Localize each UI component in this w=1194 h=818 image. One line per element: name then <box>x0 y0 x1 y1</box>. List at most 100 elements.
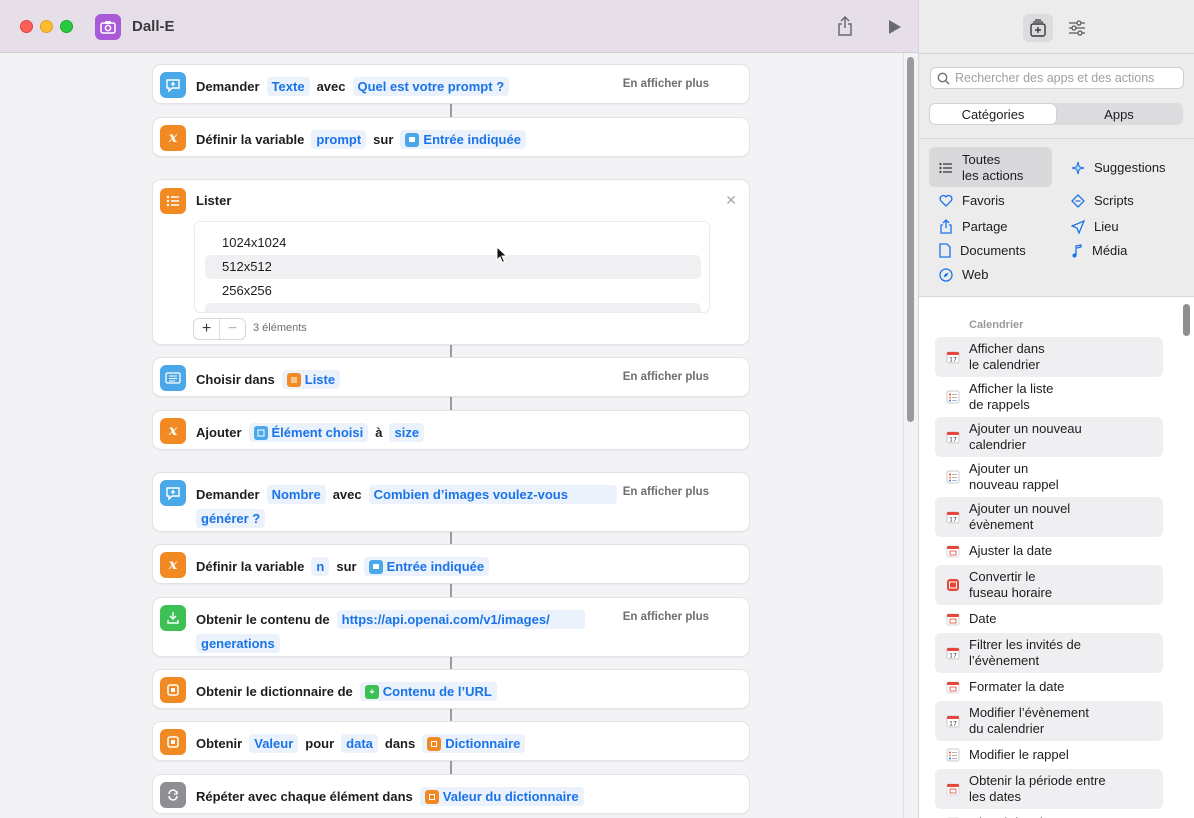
url-token-continued[interactable]: generations <box>196 634 280 653</box>
show-more-link[interactable]: En afficher plus <box>623 371 709 383</box>
action-item[interactable]: 17 Ajouter un nouveau calendrier <box>935 417 1163 457</box>
action-item[interactable]: Formater la date <box>935 675 1163 699</box>
details-button[interactable] <box>1062 14 1092 42</box>
zoom-window-button[interactable] <box>60 20 73 33</box>
list-item-empty[interactable] <box>205 303 701 312</box>
url-token[interactable]: https://api.openai.com/v1/images/ <box>336 610 585 629</box>
prompt-token[interactable]: Quel est votre prompt ? <box>352 77 510 96</box>
action-item[interactable]: 17 Modifier l’évènement du calendrier <box>935 701 1163 741</box>
action-item[interactable]: Modifier le rappel <box>935 743 1163 767</box>
action-item[interactable]: Ajouter un nouveau rappel <box>935 457 1163 497</box>
action-card-get-url-contents[interactable]: Obtenir le contenu de https://api.openai… <box>152 597 750 657</box>
get-mode-token[interactable]: Valeur <box>249 734 299 753</box>
action-item[interactable]: 17 Ajouter un nouvel évènement <box>935 497 1163 537</box>
action-card-get-dictionary[interactable]: Obtenir le dictionnaire de Contenu de l’… <box>152 669 750 709</box>
title-bar: Dall-E <box>0 0 918 53</box>
list-icon <box>939 162 952 174</box>
action-card-set-variable-prompt[interactable]: x Définir la variable prompt sur Entrée … <box>152 117 750 157</box>
dictionary-icon <box>160 677 186 703</box>
category-suggestions[interactable]: Suggestions <box>1071 160 1166 175</box>
action-item[interactable]: Obtenir les dates <box>935 811 1163 818</box>
list-item-count: 3 éléments <box>253 322 307 334</box>
download-icon <box>364 684 379 699</box>
action-item[interactable]: Convertir le fuseau horaire <box>935 565 1163 605</box>
category-location[interactable]: Lieu <box>1071 219 1119 234</box>
input-type-token[interactable]: Nombre <box>266 485 326 504</box>
chosen-item-token[interactable]: Élément choisi <box>248 423 369 442</box>
action-item[interactable]: 17 Afficher dans le calendrier <box>935 337 1163 377</box>
svg-text:17: 17 <box>949 357 957 364</box>
key-token[interactable]: data <box>341 734 378 753</box>
dictionary-variable-token[interactable]: Dictionnaire <box>422 734 526 753</box>
input-variable-token[interactable]: Entrée indiquée <box>400 130 526 149</box>
variable-name-token[interactable]: n <box>311 557 330 576</box>
category-label: Web <box>962 267 989 282</box>
list-item[interactable]: 256x256 <box>205 279 701 303</box>
action-card-list[interactable]: Lister ✕ 1024x1024 512x512 256x256 + − 3… <box>152 179 750 345</box>
variable-name-token[interactable]: prompt <box>311 130 367 149</box>
action-card-set-variable-n[interactable]: x Définir la variable n sur Entrée indiq… <box>152 544 750 584</box>
minimize-window-button[interactable] <box>40 20 53 33</box>
category-favorites[interactable]: Favoris <box>939 193 1005 208</box>
action-item[interactable]: 17 Filtrer les invités de l’évènement <box>935 633 1163 673</box>
url-contents-token[interactable]: Contenu de l’URL <box>359 682 497 701</box>
show-more-link[interactable]: En afficher plus <box>623 611 709 623</box>
category-label: Scripts <box>1094 193 1134 208</box>
divider <box>919 53 1194 54</box>
add-item-button[interactable]: + <box>194 319 219 339</box>
prompt-token[interactable]: Combien d’images voulez-vous <box>368 485 617 504</box>
action-card-ask-text[interactable]: Demander Texte avec Quel est votre promp… <box>152 64 750 104</box>
play-icon <box>889 20 901 34</box>
action-verb: Choisir dans <box>196 372 275 387</box>
action-item[interactable]: Ajuster la date <box>935 539 1163 563</box>
list-variable-token[interactable]: Liste <box>281 370 341 389</box>
action-library-button[interactable] <box>1023 14 1053 42</box>
category-all-actions[interactable]: Toutes les actions <box>939 152 1023 184</box>
token-label: Entrée indiquée <box>423 132 521 147</box>
category-label: Lieu <box>1094 219 1119 234</box>
action-card-add-to-variable[interactable]: x Ajouter Élément choisi à size <box>152 410 750 450</box>
close-icon[interactable]: ✕ <box>725 192 737 209</box>
input-variable-token[interactable]: Entrée indiquée <box>363 557 490 576</box>
segment-categories[interactable]: Catégories <box>930 104 1056 124</box>
action-item-label: Modifier le rappel <box>969 747 1069 762</box>
category-web[interactable]: Web <box>939 267 989 282</box>
share-button[interactable] <box>834 15 856 37</box>
choose-list-icon <box>253 425 268 440</box>
show-more-link[interactable]: En afficher plus <box>623 486 709 498</box>
prompt-token-continued[interactable]: générer ? <box>196 509 266 528</box>
category-sharing[interactable]: Partage <box>939 219 1008 234</box>
shortcut-editor: Demander Texte avec Quel est votre promp… <box>0 53 903 818</box>
dictionary-value-token[interactable]: Valeur du dictionnaire <box>419 787 584 806</box>
show-more-link[interactable]: En afficher plus <box>623 78 709 90</box>
action-list-scrollbar[interactable] <box>1181 300 1191 818</box>
action-card-ask-number[interactable]: Demander Nombre avec Combien d’images vo… <box>152 472 750 532</box>
action-item-label: Ajuster la date <box>969 543 1053 558</box>
editor-scrollbar[interactable] <box>903 53 918 818</box>
scrollbar-thumb[interactable] <box>907 57 914 422</box>
category-scripts[interactable]: Scripts <box>1071 193 1134 208</box>
action-item[interactable]: Afficher la liste de rappels <box>935 377 1163 417</box>
action-item[interactable]: Date <box>935 607 1163 631</box>
list-item[interactable]: 512x512 <box>205 255 701 279</box>
action-search-input[interactable]: Rechercher des apps et des actions <box>930 67 1184 89</box>
action-verb: Obtenir le dictionnaire de <box>196 684 353 699</box>
scrollbar-thumb[interactable] <box>1183 304 1190 336</box>
action-item[interactable]: Obtenir la période entre les dates <box>935 769 1163 809</box>
category-media[interactable]: Média <box>1071 243 1127 258</box>
action-card-get-dictionary-value[interactable]: Obtenir Valeur pour data dans Dictionnai… <box>152 721 750 761</box>
variable-name-token[interactable]: size <box>389 423 425 442</box>
remove-item-button[interactable]: − <box>219 319 245 339</box>
category-documents[interactable]: Documents <box>939 243 1026 258</box>
action-item-label: Obtenir la période entre les dates <box>969 773 1106 804</box>
calendar-icon: 17 <box>945 645 961 661</box>
input-type-token[interactable]: Texte <box>266 77 310 96</box>
action-card-repeat-each[interactable]: Répéter avec chaque élément dans Valeur … <box>152 774 750 814</box>
connector <box>450 103 452 117</box>
segment-apps[interactable]: Apps <box>1056 104 1182 124</box>
action-card-choose-from-list[interactable]: Choisir dans Liste En afficher plus <box>152 357 750 397</box>
list-item[interactable]: 1024x1024 <box>205 231 701 255</box>
connector <box>450 397 452 411</box>
close-window-button[interactable] <box>20 20 33 33</box>
run-button[interactable] <box>885 17 905 37</box>
